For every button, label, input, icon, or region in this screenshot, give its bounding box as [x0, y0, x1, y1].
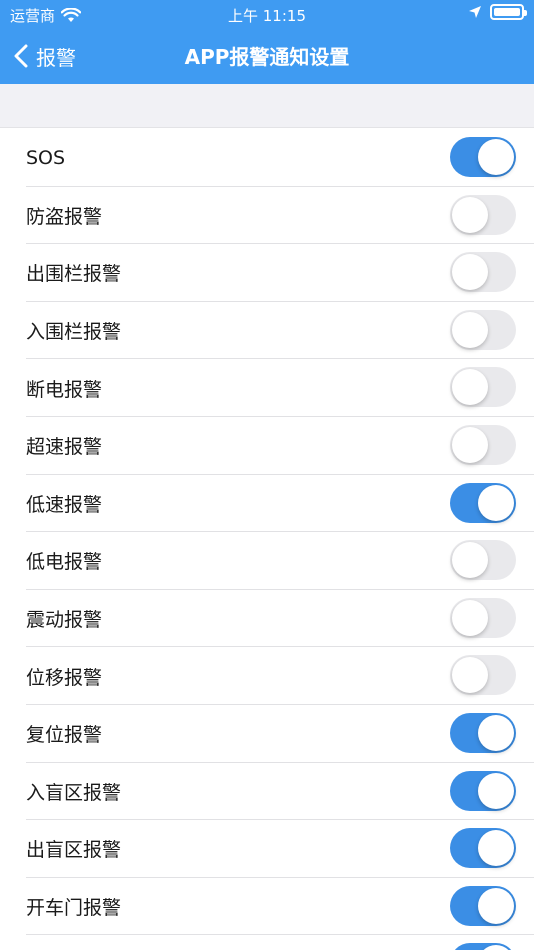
- status-time: 上午 11:15: [228, 7, 306, 25]
- alarm-toggle[interactable]: [450, 482, 516, 523]
- alarm-toggle[interactable]: [450, 540, 516, 581]
- status-bar: 运营商 上午 11:15: [0, 0, 534, 28]
- alarm-label: 低电报警: [26, 551, 103, 574]
- alarm-row: 入盲区报警: [0, 763, 534, 821]
- alarm-row: 超速报警: [0, 417, 534, 475]
- toggle-knob: [452, 254, 488, 291]
- alarm-row: 出盲区报警: [0, 820, 534, 878]
- toggle-knob: [452, 196, 488, 233]
- alarm-toggle[interactable]: [450, 597, 516, 638]
- alarm-row: 出围栏报警: [0, 244, 534, 302]
- alarm-row: 防盗报警: [0, 187, 534, 245]
- alarm-settings-list: SOS 防盗报警出围栏报警入围栏报警断电报警超速报警低速报警低电报警震动报警位移报…: [0, 129, 534, 950]
- alarm-label: 断电报警: [26, 378, 103, 401]
- alarm-label: 复位报警: [26, 724, 103, 747]
- toggle-knob: [478, 484, 514, 521]
- alarm-row: 低速报警: [0, 475, 534, 533]
- alarm-label: 入盲区报警: [26, 781, 122, 804]
- toggle-knob: [478, 772, 514, 809]
- toggle-knob: [452, 657, 488, 694]
- alarm-toggle[interactable]: [450, 828, 516, 869]
- alarm-row: 震动报警: [0, 590, 534, 648]
- alarm-row: 开车门报警: [0, 878, 534, 936]
- alarm-toggle[interactable]: [450, 712, 516, 753]
- alarm-row: 断电报警: [0, 359, 534, 417]
- alarm-label: 出围栏报警: [26, 263, 122, 286]
- nav-bar: 报警 APP报警通知设置: [0, 28, 534, 84]
- toggle-knob: [478, 945, 514, 950]
- alarm-label: 开车门报警: [26, 897, 122, 920]
- alarm-toggle[interactable]: [450, 252, 516, 293]
- alarm-label: 出盲区报警: [26, 839, 122, 862]
- alarm-label: 低速报警: [26, 493, 103, 516]
- alarm-toggle[interactable]: [450, 770, 516, 811]
- alarm-toggle[interactable]: [450, 367, 516, 408]
- section-spacer: [0, 84, 534, 128]
- alarm-label: 入围栏报警: [26, 321, 122, 344]
- alarm-toggle[interactable]: [450, 885, 516, 926]
- toggle-knob: [452, 542, 488, 579]
- toggle-knob: [452, 599, 488, 636]
- alarm-label: 超速报警: [26, 436, 103, 459]
- status-right: [468, 4, 527, 20]
- alarm-label: 震动报警: [26, 609, 103, 632]
- alarm-toggle[interactable]: [450, 424, 516, 465]
- alarm-row: 位移报警: [0, 647, 534, 705]
- toggle-knob: [478, 714, 514, 751]
- alarm-row: 低电报警: [0, 532, 534, 590]
- toggle-knob: [478, 830, 514, 867]
- alarm-row: [0, 935, 534, 950]
- location-arrow-icon: [469, 6, 481, 18]
- toggle-knob: [452, 369, 488, 406]
- alarm-toggle[interactable]: [450, 655, 516, 696]
- alarm-toggle[interactable]: [450, 194, 516, 235]
- alarm-toggle[interactable]: [450, 309, 516, 350]
- header-bar: 运营商 上午 11:15 报警 APP报警通知设置: [0, 0, 534, 84]
- alarm-label: 防盗报警: [26, 205, 103, 228]
- toggle-knob: [478, 887, 514, 924]
- alarm-row: 入围栏报警: [0, 302, 534, 360]
- alarm-label: 位移报警: [26, 666, 103, 689]
- alarm-toggle[interactable]: [450, 943, 516, 950]
- battery-icon: [490, 4, 527, 20]
- alarm-toggle[interactable]: [450, 137, 516, 177]
- alarm-row: SOS: [0, 129, 534, 187]
- toggle-knob: [478, 139, 514, 175]
- toggle-knob: [452, 311, 488, 348]
- alarm-row: 复位报警: [0, 705, 534, 763]
- toggle-knob: [452, 426, 488, 463]
- page-title: APP报警通知设置: [184, 45, 350, 69]
- alarm-label: SOS: [26, 146, 66, 169]
